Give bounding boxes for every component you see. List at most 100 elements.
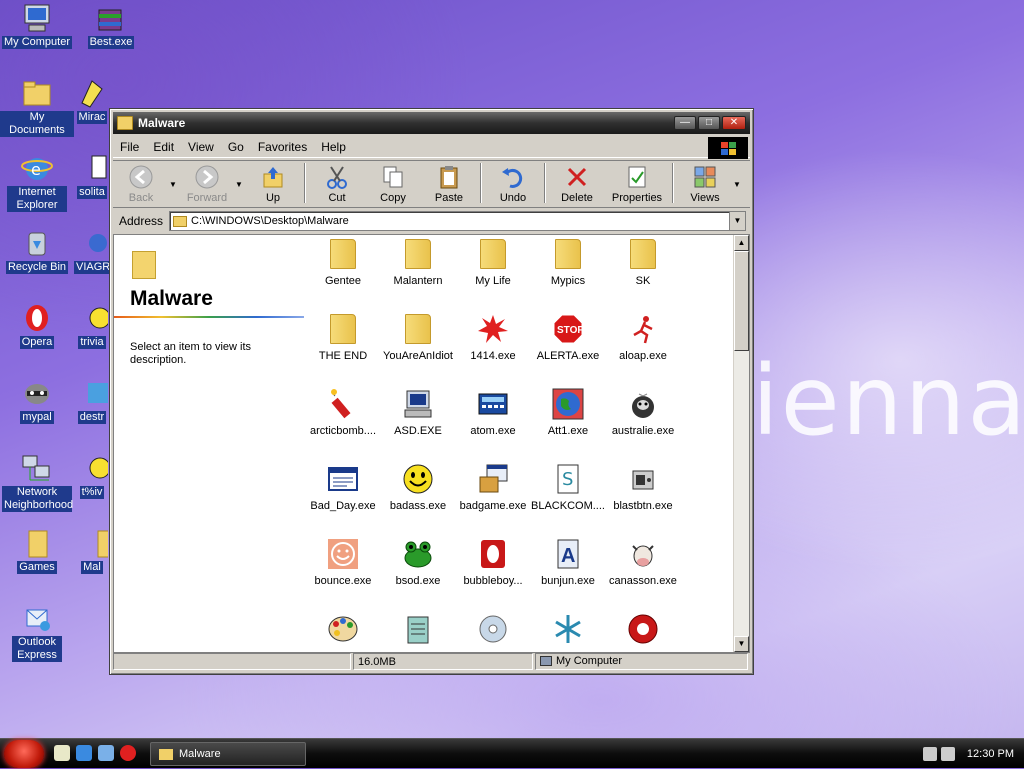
delete-button[interactable]: Delete — [549, 164, 605, 204]
forward-dropdown-icon[interactable]: ▼ — [235, 176, 245, 189]
desktop-icon-viagra[interactable]: VIAGR — [74, 227, 110, 274]
menu-help[interactable]: Help — [314, 140, 353, 154]
file-item[interactable]: canasson.exe — [605, 537, 681, 587]
undo-button[interactable]: Undo — [485, 164, 541, 204]
desktop-icon-mal[interactable]: Mal — [74, 527, 110, 574]
file-item[interactable]: arcticbomb.... — [305, 387, 381, 437]
stop-sign-icon: STOP — [551, 312, 585, 346]
red-badge-icon — [626, 612, 660, 646]
scroll-down-button[interactable]: ▼ — [734, 636, 749, 652]
file-item[interactable]: aloap.exe — [605, 312, 681, 362]
file-item[interactable]: bounce.exe — [305, 537, 381, 587]
file-item[interactable]: Abunjun.exe — [530, 537, 606, 587]
up-button[interactable]: Up — [245, 164, 301, 204]
file-item[interactable]: YouAreAnIdiot — [380, 312, 456, 362]
file-item[interactable]: badass.exe — [380, 462, 456, 512]
menu-view[interactable]: View — [181, 140, 221, 154]
desktop-icon-network-neighborhood[interactable]: Network Neighborhood — [0, 452, 74, 512]
file-item[interactable]: THE END — [305, 312, 381, 362]
menu-favorites[interactable]: Favorites — [251, 140, 314, 154]
svg-text:A: A — [561, 545, 575, 567]
menu-file[interactable]: File — [113, 140, 146, 154]
scroll-thumb[interactable] — [734, 251, 749, 351]
status-zone: My Computer — [535, 652, 748, 670]
scroll-up-button[interactable]: ▲ — [734, 235, 749, 251]
forward-button[interactable]: Forward — [179, 164, 235, 204]
file-item[interactable]: bsod.exe — [380, 537, 456, 587]
file-item[interactable]: STOP ALERTA.exe — [530, 312, 606, 362]
file-item[interactable]: Mypics — [530, 237, 606, 287]
cut-button[interactable]: Cut — [309, 164, 365, 204]
menu-edit[interactable]: Edit — [146, 140, 181, 154]
close-button[interactable]: ✕ — [722, 116, 746, 130]
back-dropdown-icon[interactable]: ▼ — [169, 176, 179, 189]
document-a-icon: A — [551, 537, 585, 571]
taskbar: Malware 12:30 PM — [0, 738, 1024, 768]
file-item[interactable]: atom.exe — [455, 387, 531, 437]
clock[interactable]: 12:30 PM — [967, 748, 1014, 760]
menu-go[interactable]: Go — [221, 140, 251, 154]
desktop-icon-solitaire[interactable]: solita — [74, 152, 110, 199]
desktop-icon-best-exe[interactable]: Best.exe — [74, 2, 148, 49]
file-item[interactable]: ASD.EXE — [380, 387, 456, 437]
folder-title: Malware — [130, 287, 213, 310]
volume-tray-icon[interactable] — [940, 747, 955, 761]
desktop-icon-opera[interactable]: Opera — [0, 302, 74, 349]
cd-icon — [476, 612, 510, 646]
file-item[interactable] — [455, 612, 531, 650]
views-button[interactable]: Views — [677, 164, 733, 204]
desktop-icon-my-documents[interactable]: My Documents — [0, 77, 74, 137]
properties-button[interactable]: Properties — [605, 164, 669, 204]
desktop-icon-tiv[interactable]: t%iv — [74, 452, 110, 499]
file-item[interactable] — [530, 612, 606, 650]
address-input[interactable]: C:\WINDOWS\Desktop\Malware ▼ — [169, 211, 746, 231]
maximize-button[interactable]: □ — [698, 116, 720, 130]
file-item[interactable] — [605, 612, 681, 650]
title-bar[interactable]: Malware — □ ✕ — [113, 112, 750, 134]
start-button[interactable] — [4, 740, 44, 768]
show-desktop-icon[interactable] — [54, 745, 70, 761]
file-item[interactable]: australie.exe — [605, 387, 681, 437]
file-item[interactable]: Malantern — [380, 237, 456, 287]
desktop-icon-mirac[interactable]: Mirac — [74, 77, 110, 124]
desktop-icon-recycle-bin[interactable]: Recycle Bin — [0, 227, 74, 274]
file-item[interactable]: blastbtn.exe — [605, 462, 681, 512]
desktop-icon-trivia[interactable]: trivia — [74, 302, 110, 349]
taskbar-button-malware[interactable]: Malware — [150, 742, 306, 766]
back-button[interactable]: Back — [113, 164, 169, 204]
internet-explorer-icon[interactable] — [76, 745, 92, 761]
address-dropdown-icon[interactable]: ▼ — [729, 212, 745, 230]
desktop-icon-internet-explorer[interactable]: e Internet Explorer — [0, 152, 74, 212]
file-item[interactable]: bubbleboy... — [455, 537, 531, 587]
speaker-icon — [626, 462, 660, 496]
computer-icon — [540, 656, 552, 666]
copy-button[interactable]: Copy — [365, 164, 421, 204]
file-item[interactable]: Att1.exe — [530, 387, 606, 437]
file-item[interactable] — [380, 612, 456, 650]
smiley-icon — [401, 462, 435, 496]
views-dropdown-icon[interactable]: ▼ — [733, 176, 743, 189]
desktop-icon-destr[interactable]: destr — [74, 377, 110, 424]
wallpaper-branding: iennaTM — [752, 345, 1024, 457]
desktop-icon-mypal[interactable]: mypal — [0, 377, 74, 424]
file-item[interactable]: Gentee — [305, 237, 381, 287]
file-item[interactable]: S BLACKCOM.... — [530, 462, 606, 512]
file-item[interactable]: badgame.exe — [455, 462, 531, 512]
paste-button[interactable]: Paste — [421, 164, 477, 204]
file-item[interactable]: Bad_Day.exe — [305, 462, 381, 512]
vertical-scrollbar[interactable]: ▲ ▼ — [733, 235, 749, 652]
menu-bar: File Edit View Go Favorites Help — [113, 136, 750, 159]
minimize-button[interactable]: — — [674, 116, 696, 130]
delete-x-icon — [563, 164, 591, 190]
opera-icon[interactable] — [120, 745, 136, 761]
winrar-icon — [95, 2, 127, 34]
desktop-icon-games[interactable]: Games — [0, 527, 74, 574]
file-item[interactable] — [305, 612, 381, 650]
desktop-icon-my-computer[interactable]: My Computer — [0, 2, 74, 49]
outlook-express-icon[interactable] — [98, 745, 114, 761]
file-item[interactable]: 1414.exe — [455, 312, 531, 362]
file-item[interactable]: SK — [605, 237, 681, 287]
network-tray-icon[interactable] — [922, 747, 937, 761]
file-item[interactable]: My Life — [455, 237, 531, 287]
desktop-icon-outlook-express[interactable]: Outlook Express — [0, 602, 74, 662]
